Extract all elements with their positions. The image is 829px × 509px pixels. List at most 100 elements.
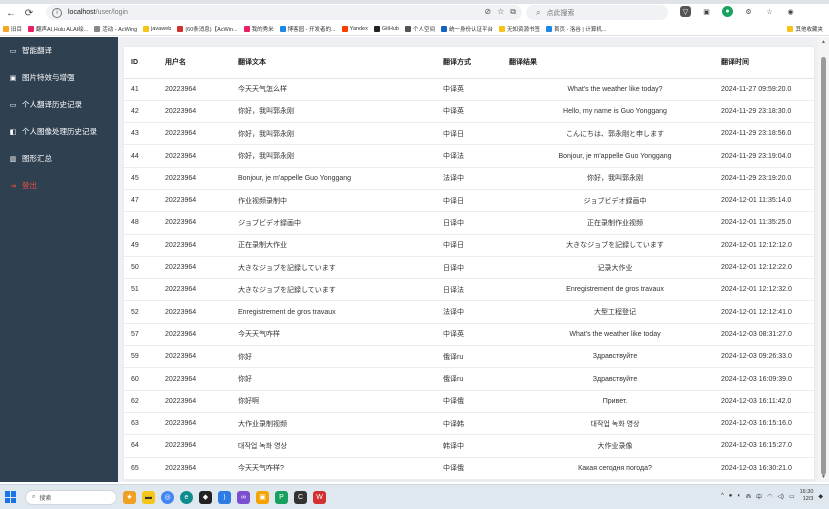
reload-icon[interactable]: ⟳ — [22, 6, 36, 20]
edge-icon[interactable]: e — [180, 490, 193, 504]
search-box[interactable]: ⌕ 点此搜索 — [526, 5, 668, 20]
pycharm-icon[interactable]: P — [275, 490, 288, 504]
bookmark-item[interactable]: Yandex — [341, 25, 368, 32]
table-row: 59 20223964 你好 俄译ru Здравствуйте 2024-12-03 0… — [124, 345, 814, 369]
table-row: 48 20223964 ジョブビデオ録画中 日译中 正在录制作业视频 2024-12-01… — [124, 211, 814, 235]
bookmark-item[interactable]: 无知资源书签 — [499, 25, 540, 33]
star-icon[interactable]: ☆ — [497, 7, 504, 17]
cell-username: 20223964 — [165, 457, 238, 480]
vpn-extension-icon[interactable]: ▽ — [680, 6, 691, 17]
cell-source-text: 作业视频录制中 — [238, 189, 443, 213]
chevron-up-icon[interactable]: ^ — [721, 493, 724, 499]
clion-icon[interactable]: C — [294, 490, 307, 504]
cell-username: 20223964 — [165, 122, 238, 146]
scroll-thumb[interactable] — [821, 57, 826, 475]
cell-result: こんにちは、郭永剛と申します — [509, 122, 721, 146]
cell-time: 2024-12-03 08:31:27.0 — [721, 323, 814, 347]
bookmark-item[interactable]: 博客园 - 开发者的... — [279, 25, 336, 33]
network-icon[interactable]: ⋒ — [746, 493, 751, 500]
collections-icon[interactable]: ☆ — [764, 6, 775, 17]
bookmark-item[interactable]: GitHub — [373, 25, 399, 32]
table-row: 42 20223964 你好，我叫郭永刚 中译英 Hello, my name is G… — [124, 100, 814, 124]
wifi-icon[interactable]: ◠ — [767, 493, 772, 500]
cell-mode: 中译日 — [443, 234, 509, 257]
sidebar-item-translation-history[interactable]: ▭ 个人翻译历史记录 — [0, 91, 118, 118]
visual-studio-icon[interactable]: ∞ — [237, 490, 250, 504]
extension-icon[interactable]: ⧉ — [510, 7, 516, 17]
sidebar-item-image-effects[interactable]: ▣ 图片特效与增强 — [0, 64, 118, 91]
cell-id: 50 — [124, 256, 165, 280]
chart-icon: ▥ — [9, 155, 17, 163]
bookmark-label: 翻声AI,Hulu ALAI绘... — [36, 26, 89, 33]
cell-time: 2024-12-01 12:12:22.0 — [721, 256, 814, 280]
sidebar-item-image-history[interactable]: ◧ 个人图像处理历史记录 — [0, 118, 118, 145]
cell-id: 52 — [124, 300, 165, 324]
back-icon[interactable]: ← — [4, 6, 18, 20]
battery-icon[interactable]: ▭ — [789, 493, 795, 500]
bookmark-label: 我的秀米 — [251, 26, 274, 33]
url-field[interactable]: i localhost/user/login ⊘ ☆ ⧉ — [46, 5, 522, 20]
bookmark-item[interactable]: 翻声AI,Hulu ALAI绘... — [28, 25, 88, 33]
bookmark-item[interactable]: 首页 - 洛谷 | 计算机... — [546, 25, 606, 33]
green-extension-icon[interactable]: ● — [722, 6, 733, 17]
app-icon[interactable]: ◆ — [199, 490, 212, 504]
cell-mode: 中译日 — [443, 189, 509, 213]
bookmark-item[interactable]: javaweb — [143, 25, 171, 32]
cell-username: 20223964 — [165, 278, 238, 302]
scroll-up-icon[interactable]: ▲ — [821, 39, 826, 45]
table-row: 52 20223964 Enregistrement de gros travaux… — [124, 300, 814, 324]
bookmark-icon — [28, 25, 35, 32]
table-row: 41 20223964 今天天气怎么样 中译英 What's the weather l… — [124, 78, 814, 101]
bookmark-item[interactable]: (60条消息)【AcWin... — [177, 25, 238, 33]
header-result: 翻译结果 — [509, 47, 721, 79]
logout-button[interactable]: ⇥ 登出 — [0, 172, 118, 199]
bookmark-item[interactable]: 我的秀米 — [243, 25, 274, 33]
terminal-icon[interactable]: ▣ — [256, 490, 269, 504]
table-row: 63 20223964 大作业录制视频 中译韩 대작업 녹화 영상 2024-12-03 … — [124, 412, 814, 436]
cell-username: 20223964 — [165, 256, 238, 280]
cell-result: 대작업 녹화 영상 — [509, 412, 721, 436]
clock[interactable]: 16:30 12/3 — [800, 489, 814, 503]
cell-result: What's the weather like today? — [509, 78, 721, 101]
page-scrollbar[interactable]: ▲ ▼ — [818, 37, 829, 482]
site-info-icon[interactable]: i — [52, 7, 62, 18]
windows-start-icon[interactable] — [5, 491, 17, 503]
cell-source-text: 대작업 녹화 영상 — [238, 434, 443, 458]
cell-id: 41 — [124, 78, 165, 101]
bookmark-icon — [373, 25, 380, 32]
other-bookmarks-label: 其他收藏夹 — [795, 27, 823, 33]
cell-id: 51 — [124, 278, 165, 302]
sidebar-item-translate[interactable]: ▭ 智能翻译 — [0, 37, 118, 64]
reader-icon[interactable]: ⊘ — [484, 7, 491, 17]
bookmark-label: Yandex — [349, 25, 368, 32]
wps-icon[interactable]: W — [313, 490, 326, 504]
chrome-icon[interactable]: ◎ — [161, 490, 174, 504]
security-icon[interactable]: ◐ — [737, 493, 741, 499]
split-screen-icon[interactable]: ▣ — [701, 6, 712, 17]
bookmark-icon — [341, 25, 348, 32]
scroll-down-icon[interactable]: ▼ — [821, 474, 826, 480]
vscode-icon[interactable]: ⟩ — [218, 490, 231, 504]
file-explorer-icon[interactable]: ▬ — [142, 490, 155, 504]
gear-extension-icon[interactable]: ⚙ — [743, 6, 754, 17]
cell-id: 57 — [124, 323, 165, 347]
taskbar-search[interactable]: ⌕ 搜索 — [25, 489, 117, 505]
volume-icon[interactable]: ◁) — [777, 493, 784, 500]
bookmark-item[interactable]: 活动 - AcWing — [94, 25, 137, 33]
widgets-icon[interactable]: ★ — [123, 490, 136, 504]
cell-mode: 中译俄 — [443, 390, 509, 413]
other-bookmarks[interactable]: 其他收藏夹 — [787, 25, 823, 33]
url-path: /user/login — [95, 9, 128, 16]
cell-id: 44 — [124, 144, 165, 168]
table-row: 44 20223964 你好，我叫郭永刚 中译法 Bonjour, je m'appel… — [124, 144, 814, 168]
antivirus-icon[interactable]: ● — [729, 493, 733, 499]
sidebar: ▭ 智能翻译 ▣ 图片特效与增强 ▭ 个人翻译历史记录 ◧ 个人图像处理历史记录… — [0, 37, 118, 482]
bookmark-item[interactable]: 统一身份认证平台 — [440, 25, 493, 33]
profile-icon[interactable]: ◉ — [785, 6, 796, 17]
bookmark-item[interactable]: 旧目 — [3, 25, 22, 33]
notification-icon[interactable]: ◆ — [818, 493, 823, 500]
bookmark-item[interactable]: 个人空间 — [404, 25, 435, 33]
cell-username: 20223964 — [165, 189, 238, 213]
sidebar-item-charts[interactable]: ▥ 图形汇总 — [0, 145, 118, 172]
language-indicator[interactable]: 中 — [756, 492, 762, 501]
